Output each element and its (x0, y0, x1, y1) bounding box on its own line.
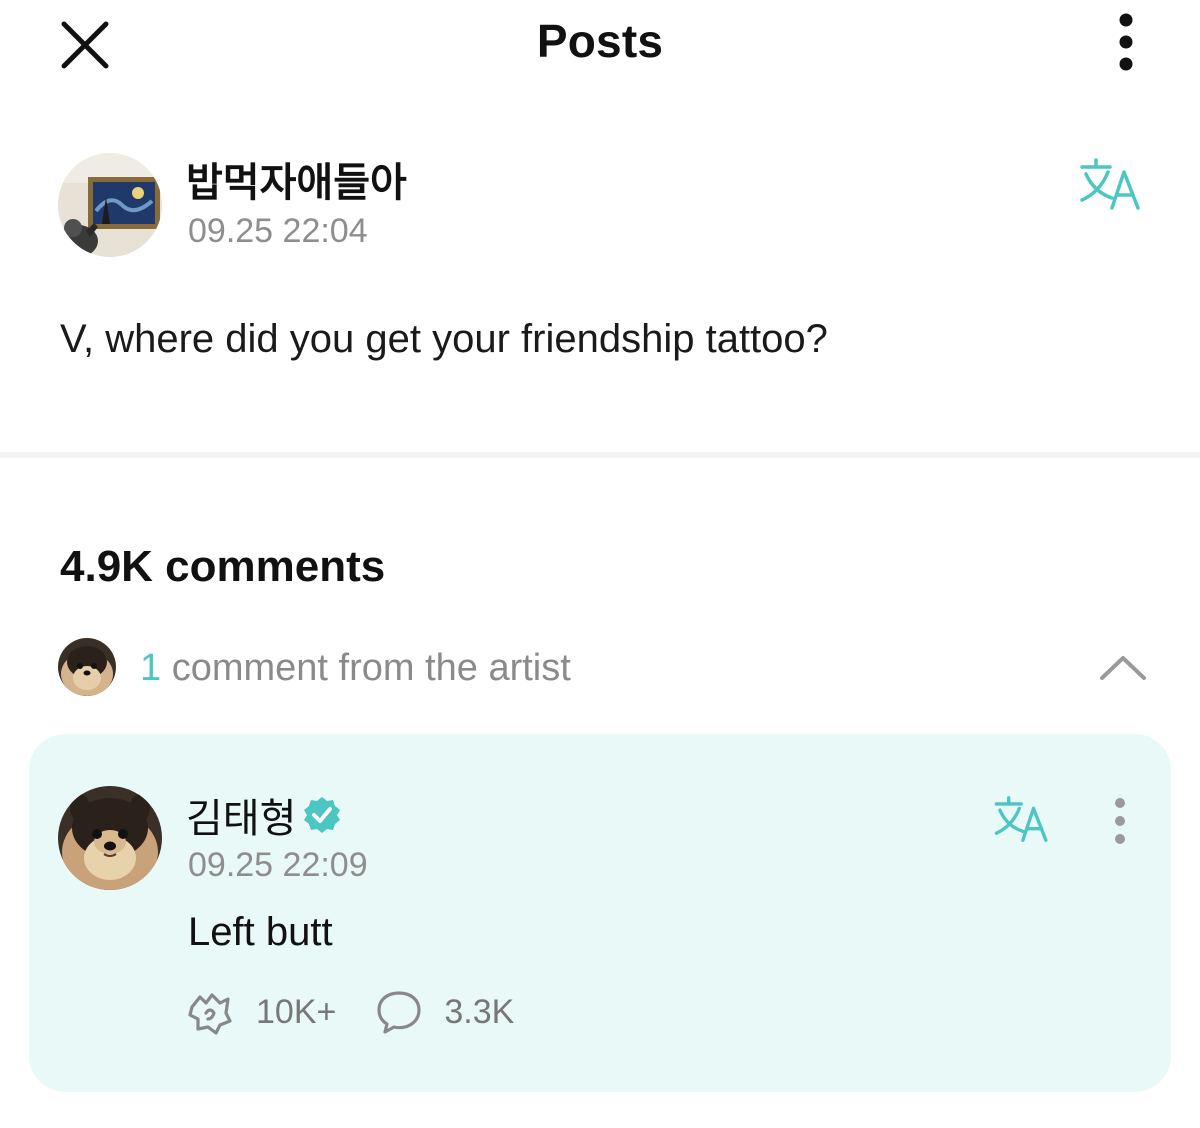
like-count: 10K+ (256, 992, 337, 1031)
reply-button[interactable]: 3.3K (374, 989, 514, 1035)
reply-count: 3.3K (444, 992, 515, 1031)
like-icon (188, 993, 232, 1035)
page-title: Posts (536, 15, 664, 67)
verified-badge-icon (304, 797, 341, 833)
translate-icon (1080, 158, 1140, 210)
like-button[interactable]: 10K+ (186, 989, 336, 1035)
artist-comments-count: 1 (140, 647, 162, 689)
more-vertical-icon (1115, 798, 1125, 844)
comment-actions: 10K+ 3.3K (186, 989, 514, 1035)
translate-icon (994, 796, 1048, 842)
artist-comment-more-button[interactable] (1106, 796, 1134, 846)
artist-name[interactable]: 김태형 (186, 786, 296, 844)
top-bar: Posts (0, 0, 1200, 88)
comment-icon (377, 991, 421, 1034)
chevron-up-icon (1100, 656, 1146, 680)
post-author-avatar[interactable] (58, 153, 162, 257)
post-translate-button[interactable] (1078, 158, 1144, 210)
comments-count-heading: 4.9K comments (60, 542, 386, 591)
post-author-name[interactable]: 밥먹자애들아 (186, 150, 407, 208)
collapse-artist-comments-button[interactable] (1098, 652, 1148, 682)
artist-comments-toggle[interactable]: 1 comment from the artist (0, 632, 1200, 704)
artist-comments-label: 1 comment from the artist (140, 647, 571, 690)
artist-avatar[interactable] (58, 786, 162, 890)
artist-comment-text: Left butt (188, 910, 333, 954)
section-divider (0, 452, 1200, 458)
post-timestamp: 09.25 22:04 (188, 212, 368, 250)
artist-comment-timestamp: 09.25 22:09 (188, 846, 368, 884)
more-options-button[interactable] (1104, 12, 1148, 74)
post-body-text: V, where did you get your friendship tat… (60, 317, 828, 361)
artist-translate-button[interactable] (992, 796, 1052, 842)
artist-name-row: 김태형 (186, 786, 342, 844)
more-vertical-icon (1119, 13, 1133, 71)
artist-avatar-small (58, 638, 116, 696)
artist-comments-text: comment from the artist (161, 647, 571, 689)
